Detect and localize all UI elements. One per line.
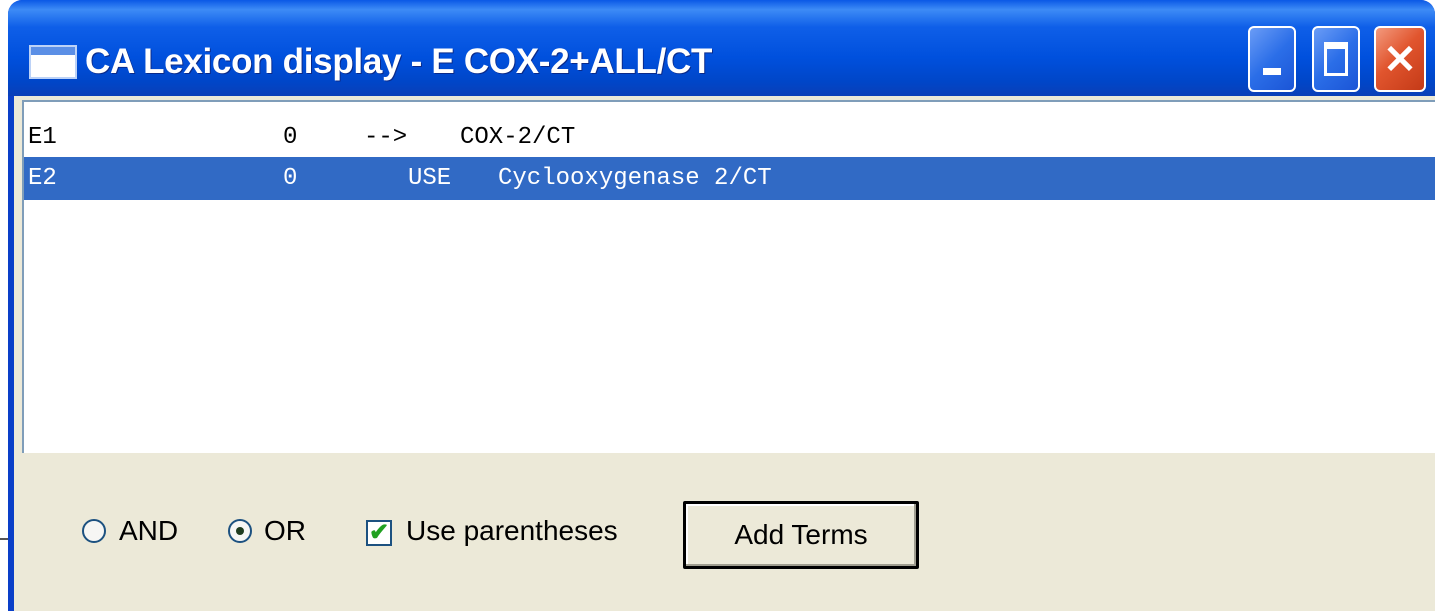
or-radio[interactable] [228,519,252,543]
term-id: E2 [28,165,57,192]
add-terms-label: Add Terms [734,519,868,550]
minimize-icon [1263,68,1281,75]
window-app-icon[interactable] [29,45,77,79]
list-item-selected[interactable]: E2 0 USE Cyclooxygenase 2/CT [24,157,1435,200]
dialog-body: E1 0 --> COX-2/CT E2 0 USE Cyclooxygenas… [14,96,1435,611]
term-id: E1 [28,124,57,151]
title-bar[interactable]: CA Lexicon display - E COX-2+ALL/CT ✕ [8,0,1435,96]
use-parentheses-checkbox[interactable]: ✔ [366,519,392,546]
term-count: 0 [283,124,298,151]
term-text: COX-2/CT [460,124,576,151]
term-count: 0 [283,165,298,192]
minimize-button[interactable] [1248,26,1296,92]
close-button[interactable]: ✕ [1374,26,1426,92]
and-radio[interactable] [82,519,106,543]
maximize-icon [1324,42,1348,76]
use-parentheses-label[interactable]: Use parentheses [406,514,618,548]
term-text: Cyclooxygenase 2/CT [498,165,772,192]
lexicon-window: CA Lexicon display - E COX-2+ALL/CT ✕ E1… [8,0,1435,611]
close-icon: ✕ [1383,38,1417,82]
or-radio-label[interactable]: OR [264,514,306,548]
checkmark-icon: ✔ [369,519,390,546]
maximize-button[interactable] [1312,26,1360,92]
and-radio-label[interactable]: AND [119,514,178,548]
list-item[interactable]: E1 0 --> COX-2/CT [24,116,1435,159]
term-relation: USE [408,165,452,192]
window-title: CA Lexicon display - E COX-2+ALL/CT [85,42,713,81]
term-relation: --> [364,124,408,151]
lexicon-list[interactable]: E1 0 --> COX-2/CT E2 0 USE Cyclooxygenas… [22,100,1435,453]
add-terms-button[interactable]: Add Terms [683,501,919,569]
